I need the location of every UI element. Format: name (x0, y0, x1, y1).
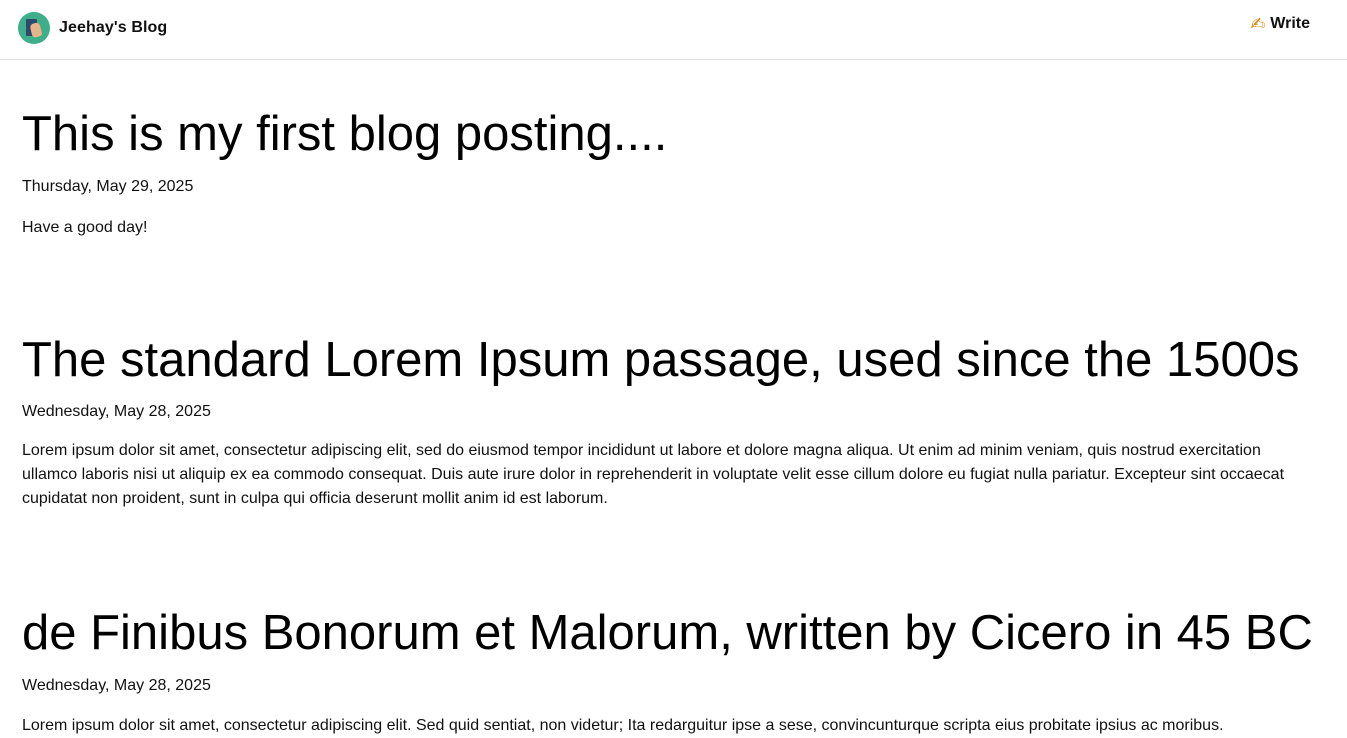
post-body: Lorem ipsum dolor sit amet, consectetur … (22, 717, 1224, 734)
reading-person-icon (18, 12, 50, 44)
write-button-label: Write (1270, 15, 1310, 32)
writing-hand-icon: ✍ (1250, 13, 1266, 34)
home-link[interactable]: Jeehay's Blog (18, 12, 167, 44)
write-button[interactable]: ✍ Write (1250, 12, 1310, 36)
post-date: Thursday, May 29, 2025 (22, 178, 194, 195)
hand-shape (29, 21, 43, 39)
site-header: Jeehay's Blog ✍ Write (0, 0, 1347, 60)
post-date: Wednesday, May 28, 2025 (22, 403, 211, 420)
post-date: Wednesday, May 28, 2025 (22, 677, 211, 694)
site-title: Jeehay's Blog (59, 19, 168, 36)
post-body: Have a good day! (22, 219, 148, 236)
post-title[interactable]: This is my first blog posting.... (22, 107, 667, 162)
post-title[interactable]: The standard Lorem Ipsum passage, used s… (22, 333, 1300, 388)
post-title[interactable]: de Finibus Bonorum et Malorum, written b… (22, 606, 1313, 661)
post-body: Lorem ipsum dolor sit amet, consectetur … (22, 442, 1285, 507)
